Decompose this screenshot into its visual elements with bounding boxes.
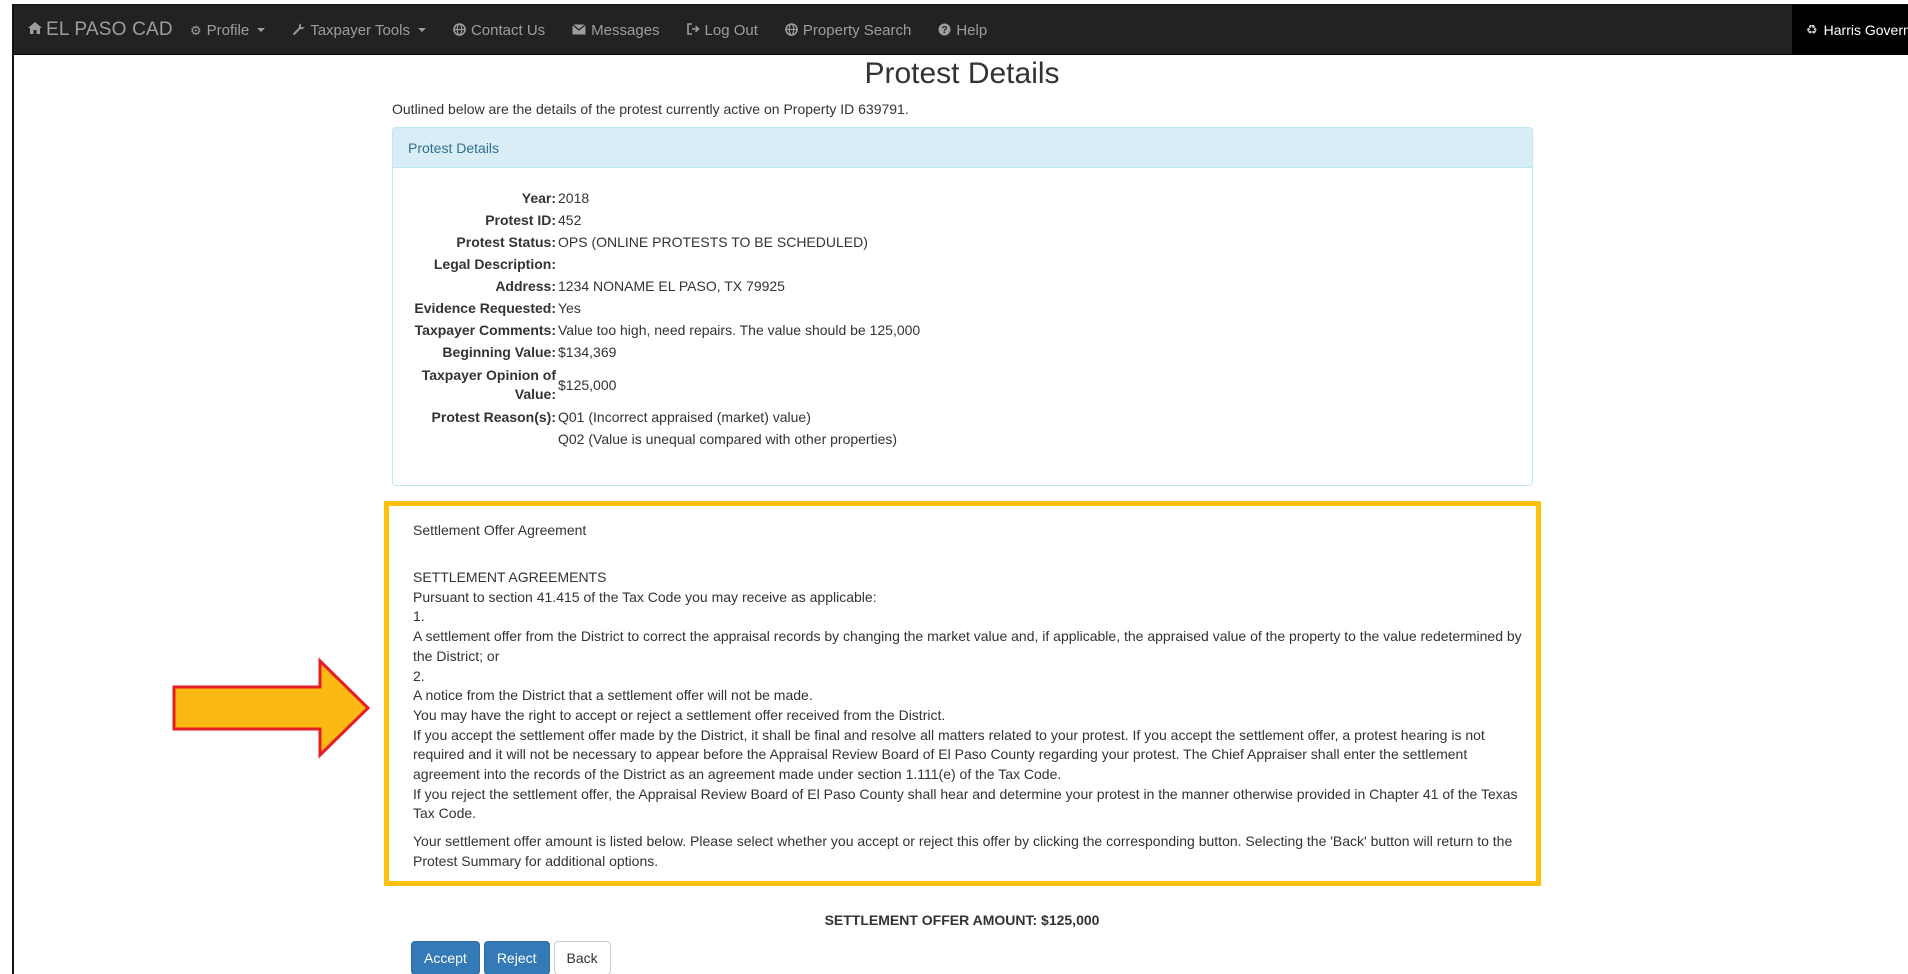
- detail-label: Protest ID:: [485, 212, 556, 228]
- detail-label-line: Taxpayer Opinion of: [421, 367, 556, 383]
- detail-row-legal-description: Legal Description:: [393, 256, 1534, 273]
- detail-value: 2018: [558, 190, 590, 206]
- detail-label: Taxpayer Opinion of Value:: [393, 366, 558, 404]
- detail-row-reasons: Protest Reason(s): Q01 (Incorrect apprai…: [393, 409, 1534, 448]
- settlement-line: Pursuant to section 41.415 of the Tax Co…: [413, 588, 877, 605]
- settlement-line: You may have the right to accept or reje…: [413, 706, 946, 723]
- settlement-line: A notice from the District that a settle…: [413, 687, 813, 704]
- detail-row-opinion-value: Taxpayer Opinion of Value: $125,000: [393, 366, 1534, 404]
- action-buttons: Accept Reject Back: [411, 941, 611, 974]
- settlement-line: 2.: [413, 667, 425, 684]
- question-circle-icon: ?: [938, 23, 951, 38]
- detail-row-year: Year: 2018: [393, 190, 1534, 207]
- browser-page: EL PASO CAD ⚙ Profile Taxpayer Tools Con…: [12, 4, 1908, 974]
- settlement-offer-agreement: Settlement Offer Agreement SETTLEMENT AG…: [384, 501, 1541, 886]
- detail-row-address: Address: 1234 NONAME EL PASO, TX 79925: [393, 278, 1534, 295]
- detail-value: OPS (ONLINE PROTESTS TO BE SCHEDULED): [558, 234, 868, 250]
- nav-item-profile[interactable]: ⚙ Profile: [190, 21, 266, 39]
- nav-item-label: Profile: [206, 21, 250, 39]
- settlement-text: SETTLEMENT AGREEMENTS Pursuant to sectio…: [413, 568, 1524, 824]
- detail-value: $134,369: [558, 344, 617, 360]
- nav-item-label: Messages: [591, 21, 660, 39]
- wrench-icon: [292, 23, 305, 38]
- detail-label: Beginning Value:: [442, 344, 556, 360]
- chevron-down-icon: [417, 28, 426, 32]
- nav-menu: ⚙ Profile Taxpayer Tools Contact Us Mess…: [190, 5, 1014, 55]
- reject-button[interactable]: Reject: [483, 941, 550, 974]
- recycle-icon: ♻: [1806, 22, 1818, 37]
- settlement-line: If you accept the settlement offer made …: [413, 726, 1485, 783]
- nav-item-label: Contact Us: [470, 21, 546, 39]
- settlement-label: Settlement Offer Agreement: [413, 522, 587, 538]
- nav-item-contact-us[interactable]: Contact Us: [453, 22, 545, 39]
- nav-item-messages[interactable]: Messages: [572, 21, 660, 39]
- harris-govern-label: Harris Govern: [1823, 22, 1908, 38]
- detail-row-evidence: Evidence Requested: Yes: [393, 300, 1534, 317]
- brand-label: EL PASO CAD: [46, 19, 173, 40]
- detail-label: Legal Description:: [433, 256, 556, 272]
- nav-item-taxpayer-tools[interactable]: Taxpayer Tools: [292, 22, 426, 39]
- page-title: Protest Details: [864, 57, 1060, 90]
- panel-heading: Protest Details: [393, 128, 1532, 168]
- gears-icon: ⚙: [190, 22, 202, 38]
- detail-value: $125,000: [558, 376, 617, 393]
- detail-label: Taxpayer Comments:: [414, 322, 556, 338]
- globe-icon: [453, 22, 466, 38]
- settlement-line: SETTLEMENT AGREEMENTS: [413, 569, 607, 585]
- intro-text: Outlined below are the details of the pr…: [392, 101, 909, 117]
- back-button[interactable]: Back: [553, 941, 611, 974]
- detail-label: Protest Status:: [456, 234, 556, 250]
- settlement-line: A settlement offer from the District to …: [413, 628, 1522, 664]
- nav-item-label: Taxpayer Tools: [310, 21, 410, 39]
- settlement-line: If you reject the settlement offer, the …: [413, 785, 1518, 822]
- nav-item-label: Property Search: [802, 21, 912, 39]
- detail-label: Address:: [495, 278, 556, 294]
- detail-row-protest-id: Protest ID: 452: [393, 212, 1534, 229]
- detail-label-line: Value:: [514, 386, 556, 402]
- home-icon: [27, 19, 43, 41]
- brand-link[interactable]: EL PASO CAD: [27, 19, 173, 41]
- reason-item: Q01 (Incorrect appraised (market) value): [558, 409, 811, 425]
- envelope-icon: [572, 23, 587, 37]
- harris-govern-link[interactable]: ♻ Harris Govern: [1792, 5, 1908, 55]
- nav-item-log-out[interactable]: Log Out: [686, 21, 758, 39]
- reason-item: Q02 (Value is unequal compared with othe…: [558, 431, 898, 447]
- settlement-instructions: Your settlement offer amount is listed b…: [413, 833, 1513, 869]
- detail-label: Year:: [521, 190, 556, 206]
- detail-label: Protest Reason(s):: [431, 409, 556, 425]
- detail-row-status: Protest Status: OPS (ONLINE PROTESTS TO …: [393, 234, 1534, 251]
- logout-icon: [686, 23, 700, 37]
- globe-icon: [785, 22, 798, 38]
- nav-item-label: Log Out: [704, 21, 758, 39]
- detail-value: Value too high, need repairs. The value …: [558, 322, 921, 338]
- settlement-offer-amount: SETTLEMENT OFFER AMOUNT: $125,000: [824, 912, 1100, 928]
- details-list: Year: 2018 Protest ID: 452 Protest Statu…: [393, 190, 1534, 453]
- detail-row-beginning-value: Beginning Value: $134,369: [393, 344, 1534, 361]
- top-navbar: EL PASO CAD ⚙ Profile Taxpayer Tools Con…: [14, 5, 1908, 55]
- detail-value: 452: [558, 212, 582, 228]
- detail-value: Yes: [558, 300, 581, 316]
- detail-value: 1234 NONAME EL PASO, TX 79925: [558, 278, 785, 294]
- accept-button[interactable]: Accept: [411, 941, 480, 974]
- nav-item-property-search[interactable]: Property Search: [785, 22, 911, 39]
- chevron-down-icon: [257, 28, 266, 32]
- nav-item-label: Help: [956, 21, 988, 39]
- reason-list: Q01 (Incorrect appraised (market) value)…: [558, 409, 897, 448]
- svg-text:?: ?: [942, 25, 948, 36]
- protest-details-panel: Protest Details Year: 2018 Protest ID: 4…: [392, 127, 1533, 486]
- detail-label: Evidence Requested:: [414, 300, 556, 316]
- nav-item-help[interactable]: ? Help: [938, 22, 987, 39]
- settlement-line: 1.: [413, 608, 425, 625]
- highlight-arrow-icon: [172, 657, 371, 759]
- detail-row-comments: Taxpayer Comments: Value too high, need …: [393, 322, 1534, 339]
